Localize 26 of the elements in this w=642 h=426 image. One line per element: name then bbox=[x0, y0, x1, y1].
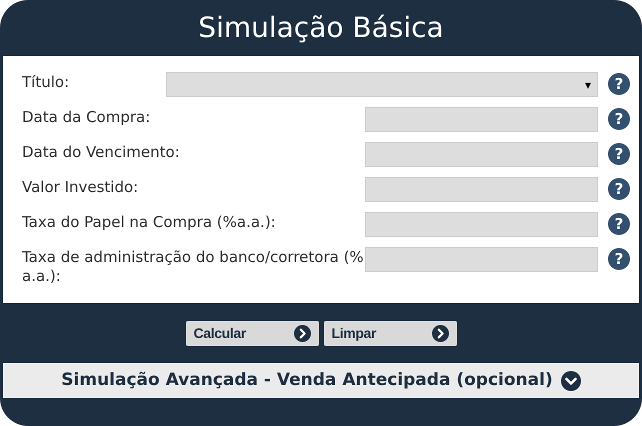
input-field[interactable] bbox=[365, 247, 598, 272]
chevron-down-icon bbox=[560, 370, 581, 390]
title-select[interactable]: ▾ bbox=[166, 72, 598, 97]
input-field[interactable] bbox=[365, 142, 598, 167]
field-label: Valor Investido: bbox=[22, 177, 140, 197]
input-field[interactable] bbox=[365, 107, 598, 132]
action-button[interactable]: Calcular bbox=[186, 320, 318, 346]
input-field[interactable] bbox=[365, 212, 598, 237]
field-label: Taxa de administração do banco/corretora (% a.a.): bbox=[22, 247, 365, 286]
help-icon[interactable]: ? bbox=[608, 213, 630, 235]
field-label: Taxa do Papel na Compra (%a.a.): bbox=[22, 212, 277, 232]
field-label: Título: bbox=[22, 72, 70, 92]
action-button[interactable]: Limpar bbox=[324, 320, 456, 346]
chevron-right-icon bbox=[294, 324, 310, 342]
field-label: Data da Compra: bbox=[22, 107, 152, 127]
help-icon[interactable]: ? bbox=[608, 178, 630, 200]
dropdown-arrow: ▾ bbox=[584, 78, 591, 90]
window-title: Simulação Básica bbox=[198, 14, 444, 42]
input-field[interactable] bbox=[365, 177, 598, 202]
help-icon[interactable]: ? bbox=[608, 248, 630, 270]
help-icon[interactable]: ? bbox=[608, 108, 630, 130]
field-label: Data do Vencimento: bbox=[22, 142, 181, 162]
help-icon[interactable]: ? bbox=[608, 143, 630, 165]
chevron-right-icon bbox=[432, 324, 448, 342]
help-icon[interactable]: ? bbox=[608, 73, 630, 95]
advanced-section-toggle[interactable]: Simulação Avançada - Venda Antecipada (opcional) bbox=[3, 363, 639, 398]
